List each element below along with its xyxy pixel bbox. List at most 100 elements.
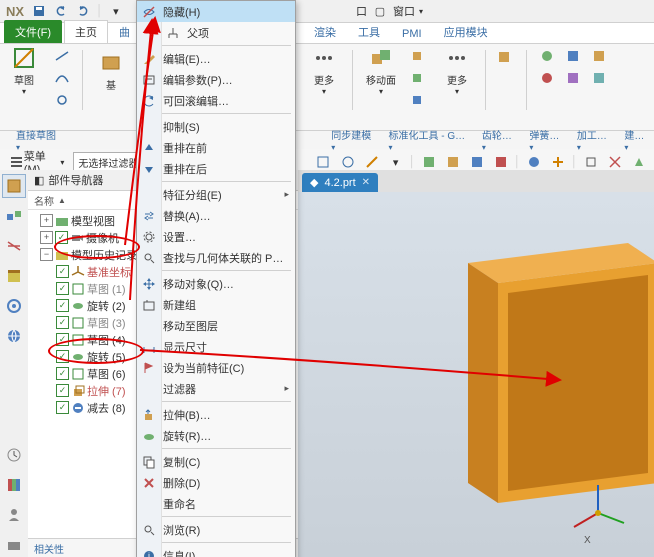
ribbon-circle-icon[interactable] — [50, 90, 74, 110]
checkbox-icon[interactable]: ✓ — [56, 401, 69, 414]
ctx-parent[interactable]: 父项 — [137, 22, 295, 43]
tab-file[interactable]: 文件(F) — [4, 20, 62, 43]
tb2-ic4[interactable]: ▾ — [385, 152, 407, 172]
ctx-edit-param[interactable]: 编辑参数(P)… — [137, 69, 295, 90]
ctx-info[interactable]: i信息(I) — [137, 545, 295, 557]
rib-ic1[interactable] — [535, 46, 559, 66]
ctx-feat-group[interactable]: 特征分组(E)▸ — [137, 184, 295, 205]
res-hd3d-icon[interactable] — [2, 294, 26, 318]
ctx-rollback[interactable]: 可回滚编辑… — [137, 90, 295, 111]
datum-button[interactable]: 基 — [91, 46, 131, 96]
qat-undo-icon[interactable] — [52, 2, 70, 20]
res-part-nav-icon[interactable] — [2, 174, 26, 198]
ribbon-arc-icon[interactable] — [50, 68, 74, 88]
ctx-show-dim[interactable]: 显示尺寸 — [137, 336, 295, 357]
ribbon-resize-icon[interactable] — [407, 90, 431, 110]
res-color-icon[interactable] — [2, 473, 26, 497]
rib-ic5[interactable] — [561, 68, 585, 88]
ribbon-box-icon[interactable] — [494, 46, 518, 66]
cap-sync[interactable]: 同步建模▾ — [325, 126, 380, 154]
ctx-move-obj[interactable]: 移动对象(Q)… — [137, 273, 295, 294]
ctx-edit[interactable]: 编辑(E)… — [137, 48, 295, 69]
tb2-ic12[interactable] — [604, 152, 626, 172]
tb2-ic1[interactable] — [312, 152, 334, 172]
ctx-extrude[interactable]: 拉伸(B)… — [137, 404, 295, 425]
rib-ic4[interactable] — [535, 68, 559, 88]
cap-gear[interactable]: 齿轮…▾ — [476, 126, 521, 154]
ctx-rename[interactable]: 重命名 — [137, 493, 295, 514]
res-roles-icon[interactable] — [2, 503, 26, 527]
tab-pmi[interactable]: PMI — [391, 24, 433, 43]
res-history-icon[interactable] — [2, 443, 26, 467]
close-icon[interactable]: ✕ — [362, 177, 370, 188]
tb2-ic9[interactable] — [523, 152, 545, 172]
ctx-revolve[interactable]: 旋转(R)… — [137, 425, 295, 446]
tb2-ic5[interactable] — [418, 152, 440, 172]
checkbox-icon[interactable]: ✓ — [56, 333, 69, 346]
doc-tab-active[interactable]: ◆ 4.2.prt ✕ — [302, 173, 378, 192]
nav-pin-icon[interactable]: ◧ — [34, 174, 44, 187]
cap-proc[interactable]: 加工…▾ — [571, 126, 616, 154]
checkbox-icon[interactable]: ✓ — [56, 282, 69, 295]
expander-icon[interactable]: + — [40, 214, 53, 227]
ctx-filter[interactable]: 过滤器▸ — [137, 378, 295, 399]
cap-build[interactable]: 建…▾ — [618, 126, 654, 154]
res-reuse-icon[interactable] — [2, 264, 26, 288]
window-menu-icon[interactable]: ▢ — [371, 2, 389, 20]
qat-save-icon[interactable] — [30, 2, 48, 20]
ctx-reorder-before[interactable]: 重排在前 — [137, 137, 295, 158]
ribbon-replace-icon[interactable] — [407, 68, 431, 88]
ctx-replace[interactable]: 替换(A)… — [137, 205, 295, 226]
expander-icon[interactable]: − — [40, 248, 53, 261]
tb2-ic6[interactable] — [442, 152, 464, 172]
tb2-ic3[interactable] — [361, 152, 383, 172]
tab-app[interactable]: 应用模块 — [433, 20, 499, 43]
ctx-delete[interactable]: 删除(D) — [137, 472, 295, 493]
ctx-move-layer[interactable]: 移动至图层 — [137, 315, 295, 336]
col-sort-icon[interactable]: ▲ — [58, 196, 66, 205]
ctx-browse[interactable]: 浏览(R) — [137, 519, 295, 540]
checkbox-icon[interactable]: ✓ — [56, 367, 69, 380]
window-menu-label[interactable]: 窗口 — [393, 3, 415, 19]
ctx-settings[interactable]: 设置… — [137, 226, 295, 247]
ribbon-offset-icon[interactable] — [407, 46, 431, 66]
checkbox-icon[interactable]: ✓ — [56, 316, 69, 329]
qat-dropdown-icon[interactable]: ▾ — [107, 2, 125, 20]
checkbox-icon[interactable]: ✓ — [56, 265, 69, 278]
checkbox-icon[interactable]: ✓ — [55, 231, 68, 244]
tb2-ic13[interactable] — [628, 152, 650, 172]
ctx-new-group[interactable]: 新建组 — [137, 294, 295, 315]
rib-ic3[interactable] — [587, 46, 611, 66]
ctx-suppress[interactable]: 抑制(S) — [137, 116, 295, 137]
res-constraint-icon[interactable] — [2, 234, 26, 258]
tab-home[interactable]: 主页 — [64, 20, 108, 43]
sketch-button[interactable]: 草图 ▾ — [4, 46, 44, 96]
viewport[interactable]: X — [298, 192, 654, 557]
more2-button[interactable]: 更多 ▾ — [437, 46, 477, 96]
checkbox-icon[interactable]: ✓ — [56, 350, 69, 363]
tb2-ic11[interactable] — [580, 152, 602, 172]
cap-std[interactable]: 标准化工具 - G…▾ — [383, 126, 474, 154]
col-name[interactable]: 名称 — [34, 193, 54, 208]
tab-tools[interactable]: 工具 — [347, 20, 391, 43]
tb2-ic8[interactable] — [490, 152, 512, 172]
ctx-set-current[interactable]: 设为当前特征(C) — [137, 357, 295, 378]
ctx-copy[interactable]: 复制(C) — [137, 451, 295, 472]
rib-ic6[interactable] — [587, 68, 611, 88]
moveface-button[interactable]: 移动面 ▾ — [361, 46, 401, 96]
ctx-find-pmi[interactable]: 查找与几何体关联的 PMI… — [137, 247, 295, 268]
ctx-reorder-after[interactable]: 重排在后 — [137, 158, 295, 179]
expander-icon[interactable]: + — [40, 231, 53, 244]
res-browser-icon[interactable] — [2, 324, 26, 348]
checkbox-icon[interactable]: ✓ — [56, 299, 69, 312]
tb2-ic10[interactable] — [547, 152, 569, 172]
rib-ic2[interactable] — [561, 46, 585, 66]
checkbox-icon[interactable]: ✓ — [56, 384, 69, 397]
res-assy-nav-icon[interactable] — [2, 204, 26, 228]
ctx-hide[interactable]: 隐藏(H) — [137, 1, 295, 22]
tb2-ic2[interactable] — [337, 152, 359, 172]
more-button[interactable]: 更多 ▾ — [304, 46, 344, 96]
cap-spring[interactable]: 弹簧…▾ — [523, 126, 568, 154]
qat-redo-icon[interactable] — [74, 2, 92, 20]
res-system-icon[interactable] — [2, 533, 26, 557]
